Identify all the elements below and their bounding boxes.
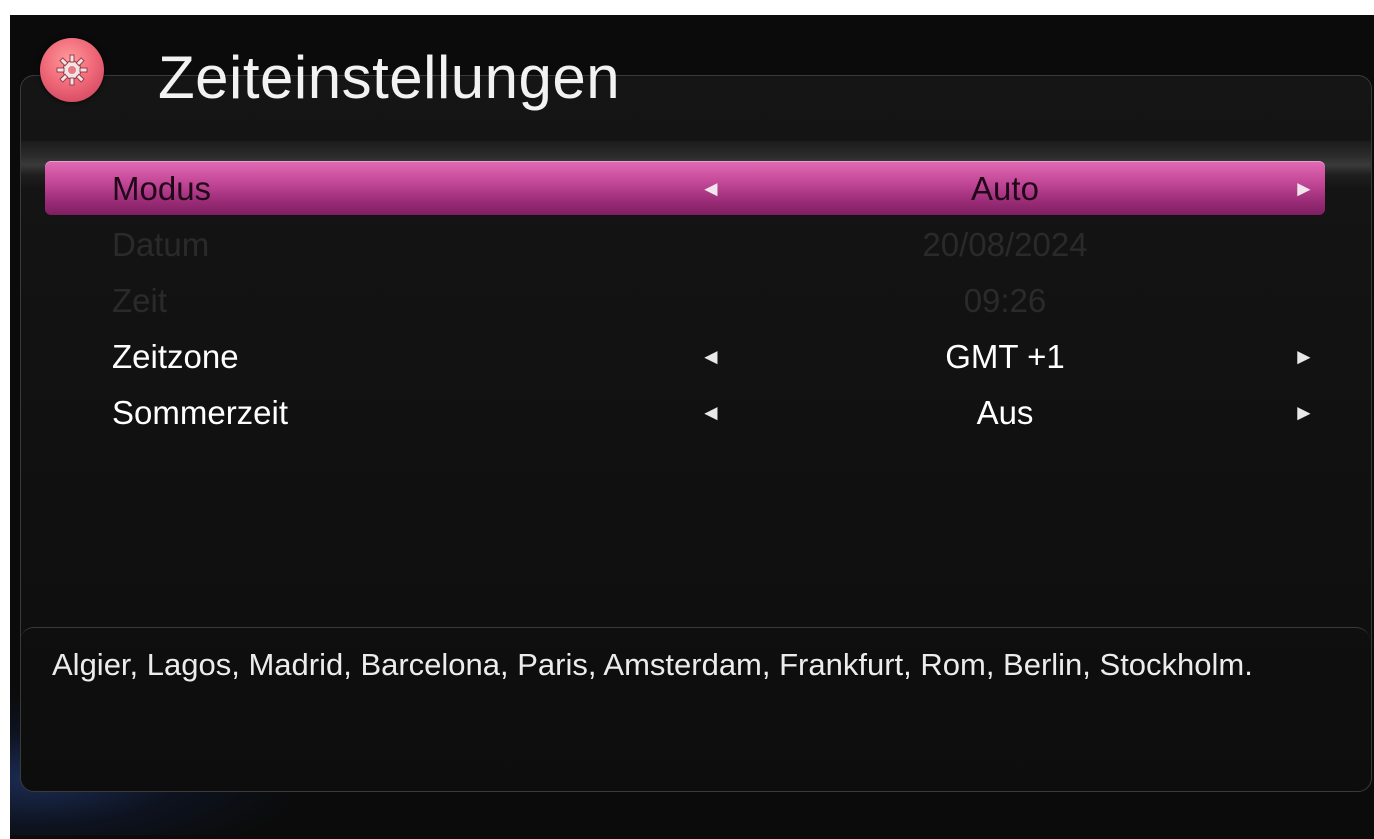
arrow-right-icon[interactable]: ► — [1293, 393, 1315, 433]
arrow-left-icon[interactable]: ◄ — [700, 337, 722, 377]
gear-icon — [40, 38, 104, 102]
menu-row-value: Aus — [976, 394, 1034, 431]
arrow-left-icon[interactable]: ◄ — [700, 169, 722, 209]
menu-row-label: Zeitzone — [112, 338, 239, 375]
letterbox-top — [0, 0, 1374, 15]
menu-row-zeitzone[interactable]: Zeitzone ◄ GMT +1 ► — [45, 329, 1325, 385]
menu-row-value: Auto — [971, 170, 1039, 207]
menu-row-sommerzeit[interactable]: Sommerzeit ◄ Aus ► — [45, 385, 1325, 441]
menu-row-label: Sommerzeit — [112, 394, 289, 431]
settings-menu: Modus ◄ Auto ► Datum 20/08/2024 Zeit 09:… — [45, 161, 1325, 441]
letterbox-left — [0, 0, 10, 839]
arrow-left-icon[interactable]: ◄ — [700, 393, 722, 433]
page-title: Zeiteinstellungen — [158, 44, 621, 111]
menu-row-modus[interactable]: Modus ◄ Auto ► — [45, 161, 1325, 215]
menu-row-value: 20/08/2024 — [922, 226, 1088, 263]
arrow-right-icon[interactable]: ► — [1293, 169, 1315, 209]
menu-row-datum: Datum 20/08/2024 — [45, 217, 1325, 273]
arrow-right-icon[interactable]: ► — [1293, 337, 1315, 377]
menu-row-value: GMT +1 — [945, 338, 1065, 375]
menu-row-label: Zeit — [112, 282, 168, 319]
menu-row-zeit: Zeit 09:26 — [45, 273, 1325, 329]
timezone-info-text: Algier, Lagos, Madrid, Barcelona, Paris,… — [52, 647, 1253, 682]
menu-row-label: Datum — [112, 226, 210, 263]
menu-row-label: Modus — [112, 170, 212, 207]
menu-row-value: 09:26 — [963, 282, 1047, 319]
tv-screen: Zeiteinstellungen Modus ◄ Auto ► Datum 2… — [10, 15, 1374, 839]
